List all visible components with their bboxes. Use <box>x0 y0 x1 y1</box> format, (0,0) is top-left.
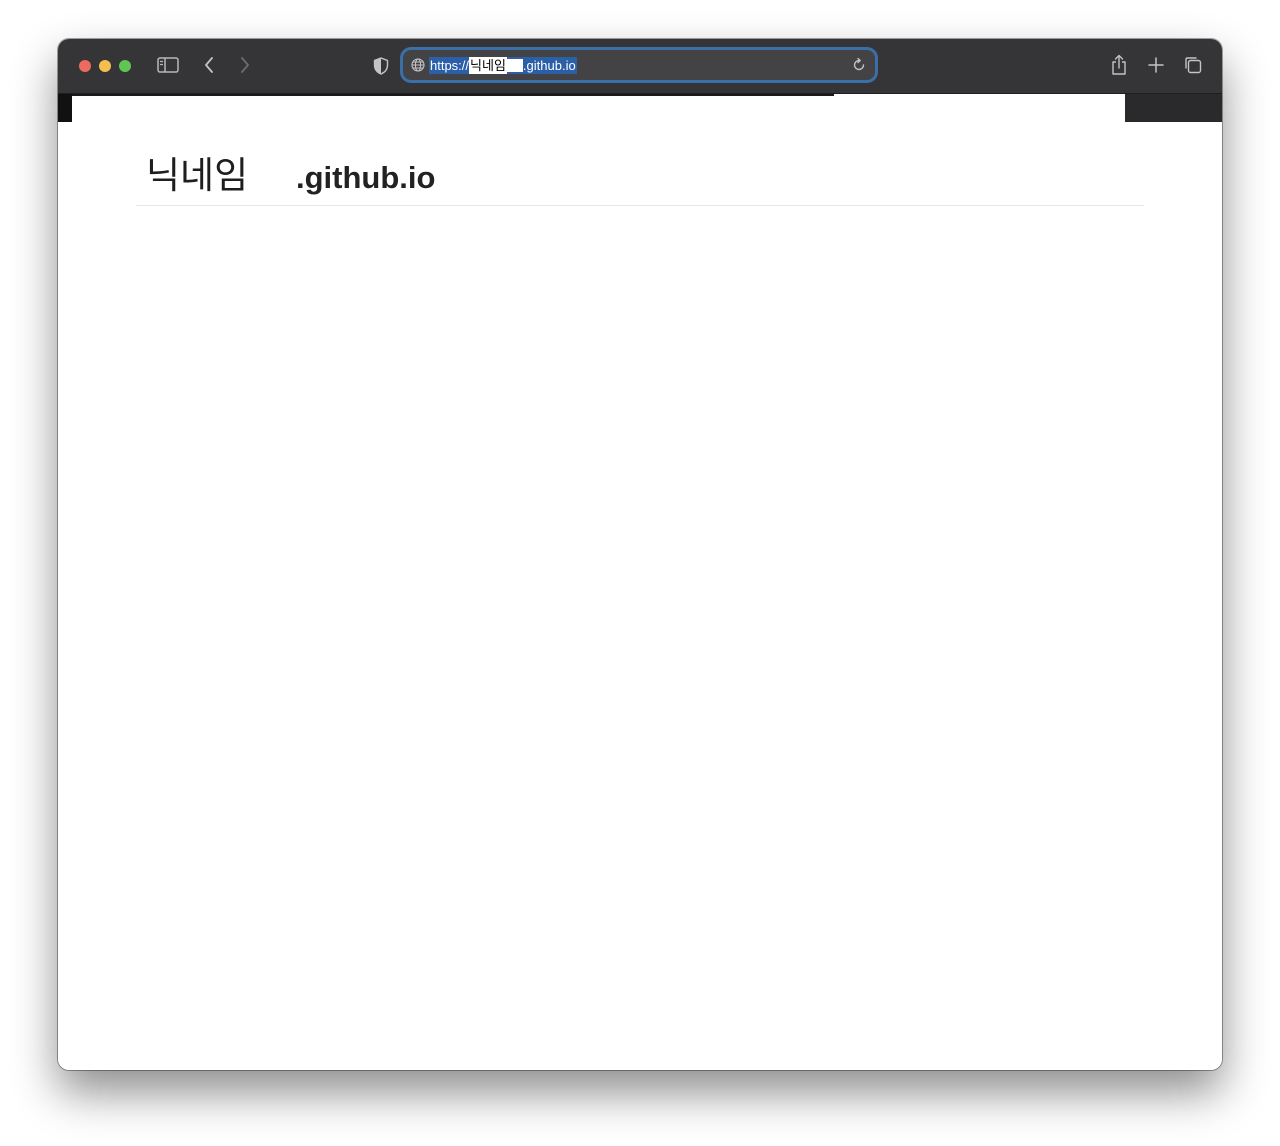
url-text[interactable]: https://닉네임 .github.io <box>429 57 577 74</box>
site-header: 닉네임 .github.io <box>136 150 1144 206</box>
close-window-button[interactable] <box>79 60 91 72</box>
strip-white-area <box>72 94 1125 122</box>
strip-dark-line <box>72 94 834 96</box>
minimize-window-button[interactable] <box>99 60 111 72</box>
browser-toolbar: https://닉네임 .github.io <box>58 39 1222 94</box>
strip-left-edge <box>58 94 72 122</box>
share-icon[interactable] <box>1109 53 1129 77</box>
url-prefix: https:// <box>430 58 470 73</box>
plus-icon[interactable] <box>1146 54 1166 76</box>
maximize-window-button[interactable] <box>119 60 131 72</box>
address-bar[interactable]: https://닉네임 .github.io <box>403 50 875 80</box>
url-redaction <box>506 59 523 72</box>
site-domain: .github.io <box>296 160 436 195</box>
chevron-right-icon[interactable] <box>236 55 254 75</box>
site-title-link[interactable]: 닉네임 .github.io <box>146 152 435 200</box>
url-nickname: 닉네임 <box>469 57 507 74</box>
page-top-strip <box>58 94 1222 122</box>
tabs-icon[interactable] <box>1182 54 1204 76</box>
shield-icon[interactable] <box>371 55 391 77</box>
reload-icon[interactable] <box>851 57 867 73</box>
chevron-left-icon[interactable] <box>200 55 218 75</box>
sidebar-icon[interactable] <box>157 56 179 74</box>
browser-window: https://닉네임 .github.io 닉네임 .github.io <box>58 39 1222 1070</box>
site-nickname: 닉네임 <box>146 154 249 197</box>
globe-icon <box>411 58 425 72</box>
url-suffix: .github.io <box>522 58 576 73</box>
page-content: 닉네임 .github.io <box>58 122 1222 1070</box>
